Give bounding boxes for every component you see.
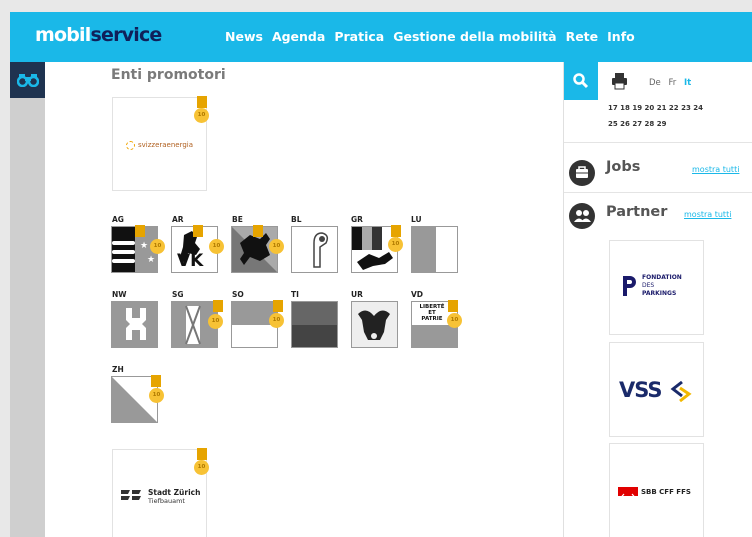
canton-label-nw: NW bbox=[112, 290, 127, 299]
medal-ribbon bbox=[273, 300, 283, 312]
divider bbox=[564, 142, 752, 143]
page: mobilservice News Agenda Pratica Gestion… bbox=[0, 0, 752, 537]
mobilservice-logo[interactable]: mobilservice bbox=[35, 24, 162, 46]
svizzeraenergia-logo: svizzeraenergia bbox=[138, 141, 194, 149]
logo-part-service: service bbox=[90, 24, 162, 46]
stadt-zurich-title: Stadt Zürich bbox=[148, 488, 201, 497]
jobs-heading: Jobs bbox=[606, 159, 641, 175]
medal-ribbon bbox=[151, 375, 161, 387]
medal-ribbon bbox=[213, 300, 223, 312]
canton-label-lu: LU bbox=[411, 215, 422, 224]
medal-ribbon bbox=[197, 448, 207, 460]
top-navigation-bar: mobilservice News Agenda Pratica Gestion… bbox=[10, 12, 752, 62]
lang-fr[interactable]: Fr bbox=[668, 78, 676, 88]
logo-part-mobil: mobil bbox=[35, 24, 91, 46]
stadt-zurich-subtitle: Tiefbauamt bbox=[148, 497, 185, 505]
medal-10-icon: 10 bbox=[194, 460, 209, 475]
medal-ribbon bbox=[448, 300, 458, 312]
flag-bl[interactable] bbox=[291, 226, 338, 273]
main-content: Enti promotori svizzeraenergia 10 AG AR … bbox=[45, 62, 563, 537]
medal-10-icon: 10 bbox=[447, 313, 462, 328]
medal-10-icon: 10 bbox=[208, 314, 223, 329]
vss-arrows-icon bbox=[670, 380, 692, 402]
canton-label-ur: UR bbox=[351, 290, 363, 299]
vss-logo-text: VSS bbox=[619, 378, 663, 402]
page-title: Enti promotori bbox=[111, 67, 226, 83]
canton-label-sg: SG bbox=[172, 290, 184, 299]
stadt-zurich-emblem-icon bbox=[121, 490, 141, 500]
canton-label-so: SO bbox=[232, 290, 244, 299]
nav-info[interactable]: Info bbox=[607, 29, 635, 44]
medal-ribbon bbox=[391, 225, 401, 237]
medal-ribbon bbox=[253, 225, 263, 237]
right-sidebar: De Fr It 17 18 19 20 21 22 23 24 25 26 2… bbox=[564, 62, 752, 537]
fdp-line-1: FONDATION bbox=[642, 274, 682, 281]
language-switcher: De Fr It bbox=[649, 78, 696, 88]
medal-10-icon: 10 bbox=[150, 239, 165, 254]
search-icon[interactable] bbox=[564, 62, 598, 100]
nav-agenda[interactable]: Agenda bbox=[272, 29, 325, 44]
flag-nw[interactable] bbox=[111, 301, 158, 348]
sbb-logo-text: SBB CFF FFS bbox=[641, 488, 691, 496]
nav-rete[interactable]: Rete bbox=[566, 29, 599, 44]
lang-de[interactable]: De bbox=[649, 78, 661, 88]
canton-label-gr: GR bbox=[351, 215, 363, 224]
nav-news[interactable]: News bbox=[225, 29, 263, 44]
calendar-row: 17 18 19 20 21 22 23 24 bbox=[608, 104, 703, 112]
print-icon[interactable] bbox=[611, 72, 628, 90]
partner-heading: Partner bbox=[606, 204, 668, 220]
canton-label-zh: ZH bbox=[112, 365, 124, 374]
fdp-line-2: DES bbox=[642, 282, 655, 289]
canton-label-be: BE bbox=[232, 215, 243, 224]
medal-ribbon bbox=[193, 225, 203, 237]
flag-ti[interactable] bbox=[291, 301, 338, 348]
canton-label-ti: TI bbox=[291, 290, 299, 299]
lang-it[interactable]: It bbox=[684, 78, 691, 88]
flag-ar-letters: VK bbox=[177, 251, 204, 271]
flag-vd-motto-3: PATRIE bbox=[421, 316, 443, 322]
partner-card-vss[interactable]: VSS bbox=[609, 342, 704, 437]
calendar-row: 25 26 27 28 29 bbox=[608, 120, 667, 128]
sponsor-card-stadt-zurich[interactable]: Stadt Zürich Tiefbauamt bbox=[112, 449, 207, 537]
left-rail bbox=[10, 62, 45, 537]
nav-gestione-mobilita[interactable]: Gestione della mobilità bbox=[393, 29, 556, 44]
partner-card-fondation-des-parkings[interactable]: FONDATION DES PARKINGS bbox=[609, 240, 704, 335]
sbb-logo-icon bbox=[618, 487, 638, 502]
partner-show-all-link[interactable]: mostra tutti bbox=[684, 210, 731, 219]
canton-label-bl: BL bbox=[291, 215, 302, 224]
binoculars-icon[interactable] bbox=[10, 62, 45, 98]
medal-ribbon bbox=[197, 96, 207, 108]
sponsor-card-svizzeraenergia[interactable]: svizzeraenergia bbox=[112, 97, 207, 191]
fondation-des-parkings-logo-icon bbox=[623, 276, 636, 296]
briefcase-icon bbox=[569, 160, 595, 186]
medal-10-icon: 10 bbox=[149, 388, 164, 403]
canton-label-ag: AG bbox=[112, 215, 124, 224]
main-menu: News Agenda Pratica Gestione della mobil… bbox=[225, 29, 635, 44]
canton-label-vd: VD bbox=[411, 290, 424, 299]
nav-pratica[interactable]: Pratica bbox=[334, 29, 384, 44]
canton-label-ar: AR bbox=[172, 215, 184, 224]
flag-lu[interactable] bbox=[411, 226, 458, 273]
medal-10-icon: 10 bbox=[194, 108, 209, 123]
flag-ur[interactable] bbox=[351, 301, 398, 348]
jobs-show-all-link[interactable]: mostra tutti bbox=[692, 165, 739, 174]
divider bbox=[564, 192, 752, 193]
partner-card-sbb[interactable]: SBB CFF FFS bbox=[609, 443, 704, 537]
fdp-line-3: PARKINGS bbox=[642, 290, 677, 297]
medal-10-icon: 10 bbox=[269, 239, 284, 254]
medal-10-icon: 10 bbox=[269, 313, 284, 328]
medal-10-icon: 10 bbox=[209, 239, 224, 254]
medal-ribbon bbox=[135, 225, 145, 237]
svizzeraenergia-sun-icon bbox=[126, 141, 135, 150]
medal-10-icon: 10 bbox=[388, 237, 403, 252]
people-icon bbox=[569, 203, 595, 229]
